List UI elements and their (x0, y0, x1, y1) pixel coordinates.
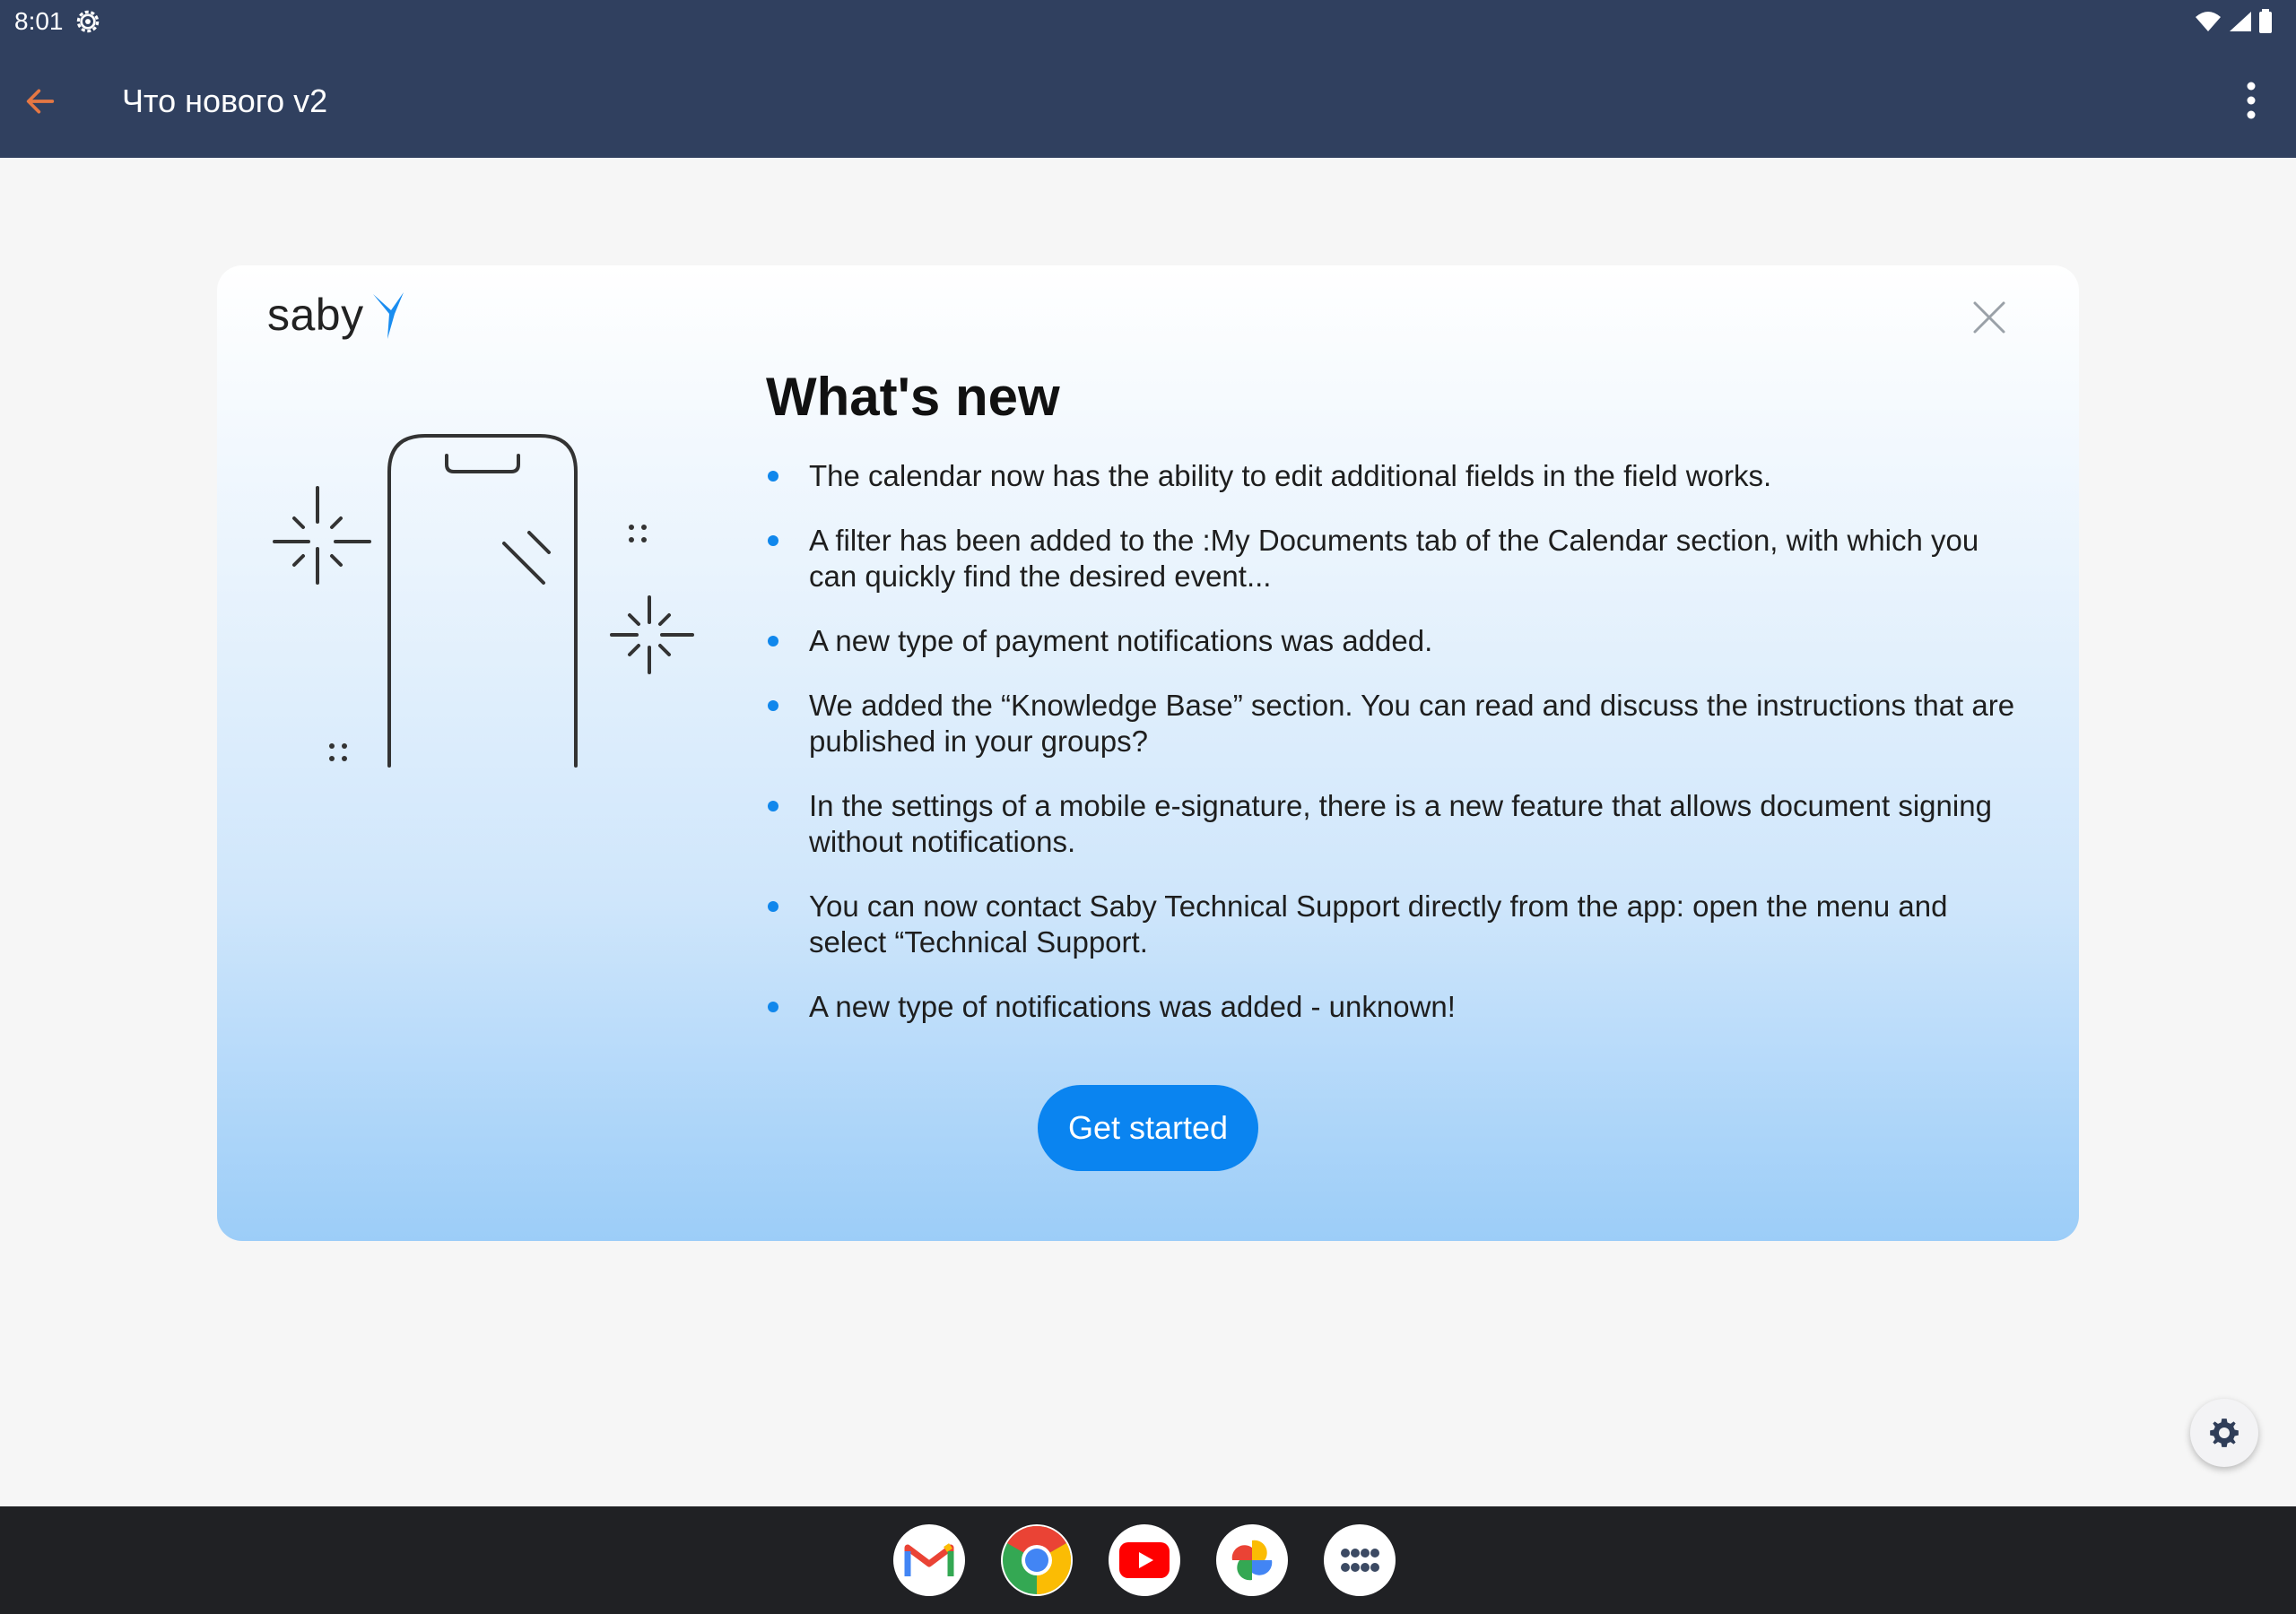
get-started-button[interactable]: Get started (1038, 1085, 1258, 1171)
list-item: A new type of payment notifications was … (766, 623, 2022, 659)
close-icon (1973, 301, 2005, 334)
dock-apps (893, 1524, 1396, 1596)
list-item: The calendar now has the ability to edit… (766, 458, 2022, 494)
photos-icon[interactable] (1216, 1524, 1288, 1596)
arrow-left-icon (26, 89, 55, 114)
app-bar: Что нового v2 (0, 45, 2296, 158)
signal-icon (2230, 12, 2251, 31)
youtube-icon[interactable] (1109, 1524, 1180, 1596)
whats-new-list: The calendar now has the ability to edit… (766, 458, 2022, 1025)
taskbar (0, 1506, 2296, 1614)
settings-icon (76, 10, 100, 33)
list-item: A filter has been added to the :My Docum… (766, 523, 2022, 594)
bullet-icon (768, 471, 778, 482)
bullet-icon (768, 636, 778, 646)
status-time: 8:01 (14, 7, 64, 35)
more-vertical-icon (2247, 82, 2256, 119)
list-item: You can now contact Saby Technical Suppo… (766, 889, 2022, 960)
bullet-icon (768, 700, 778, 711)
wifi-icon (2196, 12, 2221, 31)
chrome-icon[interactable] (1001, 1524, 1073, 1596)
close-button[interactable] (1964, 292, 2014, 343)
bullet-icon (768, 535, 778, 546)
whats-new-heading: What's new (766, 367, 1060, 427)
screen: 8:01 Что нового v2 saby What's new The c… (0, 0, 2296, 1614)
gear-icon (2210, 1419, 2239, 1447)
bullet-icon (768, 1002, 778, 1012)
bullet-icon (768, 801, 778, 811)
logo-text: saby (267, 290, 364, 340)
overflow-menu-button[interactable] (2226, 75, 2276, 126)
bullet-icon (768, 901, 778, 912)
page-title: Что нового v2 (122, 82, 328, 119)
saby-logo: saby (267, 289, 413, 341)
list-item: In the settings of a mobile e-signature,… (766, 788, 2022, 860)
floating-settings-button[interactable] (2190, 1399, 2258, 1467)
saby-bird-icon (372, 292, 404, 339)
app-drawer-icon[interactable] (1324, 1524, 1396, 1596)
gmail-icon[interactable] (893, 1524, 965, 1596)
list-item: A new type of notifications was added - … (766, 989, 2022, 1025)
battery-icon (2259, 9, 2272, 33)
status-bar: 8:01 (0, 0, 2296, 45)
back-button[interactable] (16, 77, 65, 126)
whats-new-content: What's new The calendar now has the abil… (766, 366, 2022, 1054)
status-icons (2194, 9, 2273, 34)
whats-new-card: saby What's new The calendar now has the… (217, 265, 2079, 1241)
list-item: We added the “Knowledge Base” section. Y… (766, 688, 2022, 759)
